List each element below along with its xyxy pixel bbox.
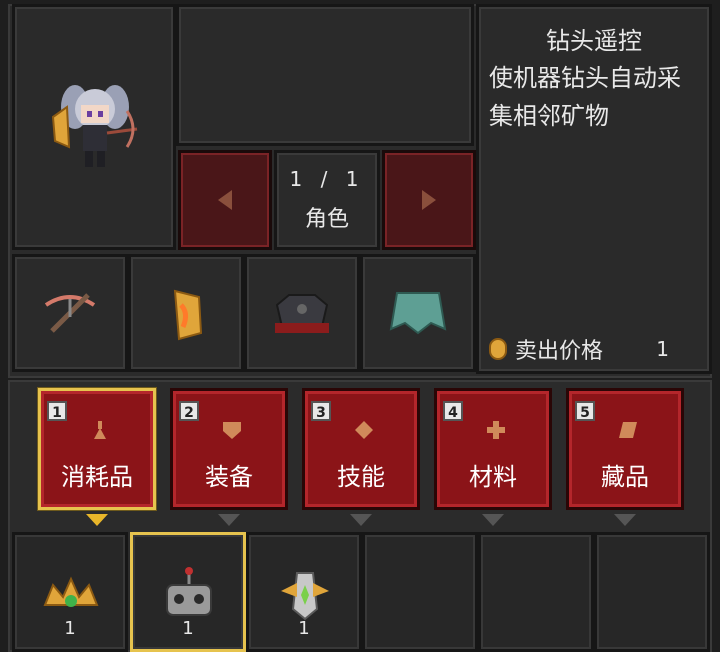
tab-label: 藏品	[601, 463, 649, 491]
character-portrait	[12, 4, 176, 250]
tab-hotkey: 1	[47, 401, 67, 421]
tab-materials[interactable]: 4 材料	[434, 388, 552, 526]
item-quantity: 1	[182, 618, 194, 639]
inventory-slot[interactable]: 1	[12, 532, 128, 652]
relic-icon	[281, 572, 329, 621]
tab-label: 装备	[205, 463, 253, 491]
equip-slot-armor[interactable]	[244, 254, 360, 372]
tab-equipment[interactable]: 2 装备	[170, 388, 288, 526]
inventory-slot[interactable]: 1	[246, 532, 362, 652]
character-avatar-icon	[51, 85, 138, 167]
crossbow-icon	[44, 293, 96, 333]
next-character-button[interactable]	[382, 150, 476, 250]
preview-area	[176, 4, 474, 146]
drill-remote-icon	[166, 567, 212, 616]
chevron-down-icon	[482, 514, 504, 526]
tab-label: 消耗品	[61, 463, 133, 491]
character-pager: 1 / 1 角色	[274, 150, 380, 250]
item-title: 钻头遥控	[546, 27, 642, 55]
sell-price-row: 卖出价格	[489, 333, 603, 365]
flame-shield-icon	[173, 289, 203, 341]
potion-icon	[94, 421, 106, 439]
tab-hotkey: 3	[311, 401, 331, 421]
arrow-left-icon	[218, 190, 232, 210]
chevron-down-icon	[218, 514, 240, 526]
tab-collectibles[interactable]: 5 藏品	[566, 388, 684, 526]
tab-consumables[interactable]: 1 消耗品	[38, 388, 156, 526]
item-detail-panel: 钻头遥控 使机器钻头自动采集相邻矿物 卖出价格 1	[476, 4, 712, 374]
tab-hotkey: 2	[179, 401, 199, 421]
tab-label: 技能	[337, 463, 385, 491]
equip-slot-offhand[interactable]	[128, 254, 244, 372]
item-quantity: 1	[64, 618, 76, 639]
crown-icon	[43, 576, 99, 607]
sell-price-value: 1	[656, 337, 669, 361]
cross-gem-icon	[487, 421, 505, 439]
page-label: 角色	[304, 207, 349, 232]
page-indicator: 1 / 1	[289, 167, 365, 191]
inventory-slot-selected[interactable]: 1	[130, 532, 246, 652]
item-quantity: 1	[298, 618, 310, 639]
chevron-down-icon	[86, 514, 108, 526]
arrow-right-icon	[422, 190, 436, 210]
tab-hotkey: 4	[443, 401, 463, 421]
coin-icon	[489, 338, 507, 360]
equip-slot-cape[interactable]	[360, 254, 476, 372]
inventory-slot-empty[interactable]	[362, 532, 478, 652]
cape-icon	[389, 292, 447, 335]
tab-hotkey: 5	[575, 401, 595, 421]
inventory-slot-empty[interactable]	[594, 532, 710, 652]
equip-slot-weapon[interactable]	[12, 254, 128, 372]
chevron-down-icon	[350, 514, 372, 526]
dark-armor-icon	[275, 294, 329, 333]
item-description: 使机器钻头自动采集相邻矿物	[489, 64, 681, 130]
diamond-icon	[355, 421, 373, 439]
tab-label: 材料	[469, 463, 517, 491]
chevron-down-icon	[614, 514, 636, 526]
scroll-icon	[619, 422, 637, 438]
shield-icon	[223, 422, 241, 439]
prev-character-button[interactable]	[178, 150, 272, 250]
inventory-slot-empty[interactable]	[478, 532, 594, 652]
tab-skills[interactable]: 3 技能	[302, 388, 420, 526]
sell-label: 卖出价格	[515, 339, 604, 364]
